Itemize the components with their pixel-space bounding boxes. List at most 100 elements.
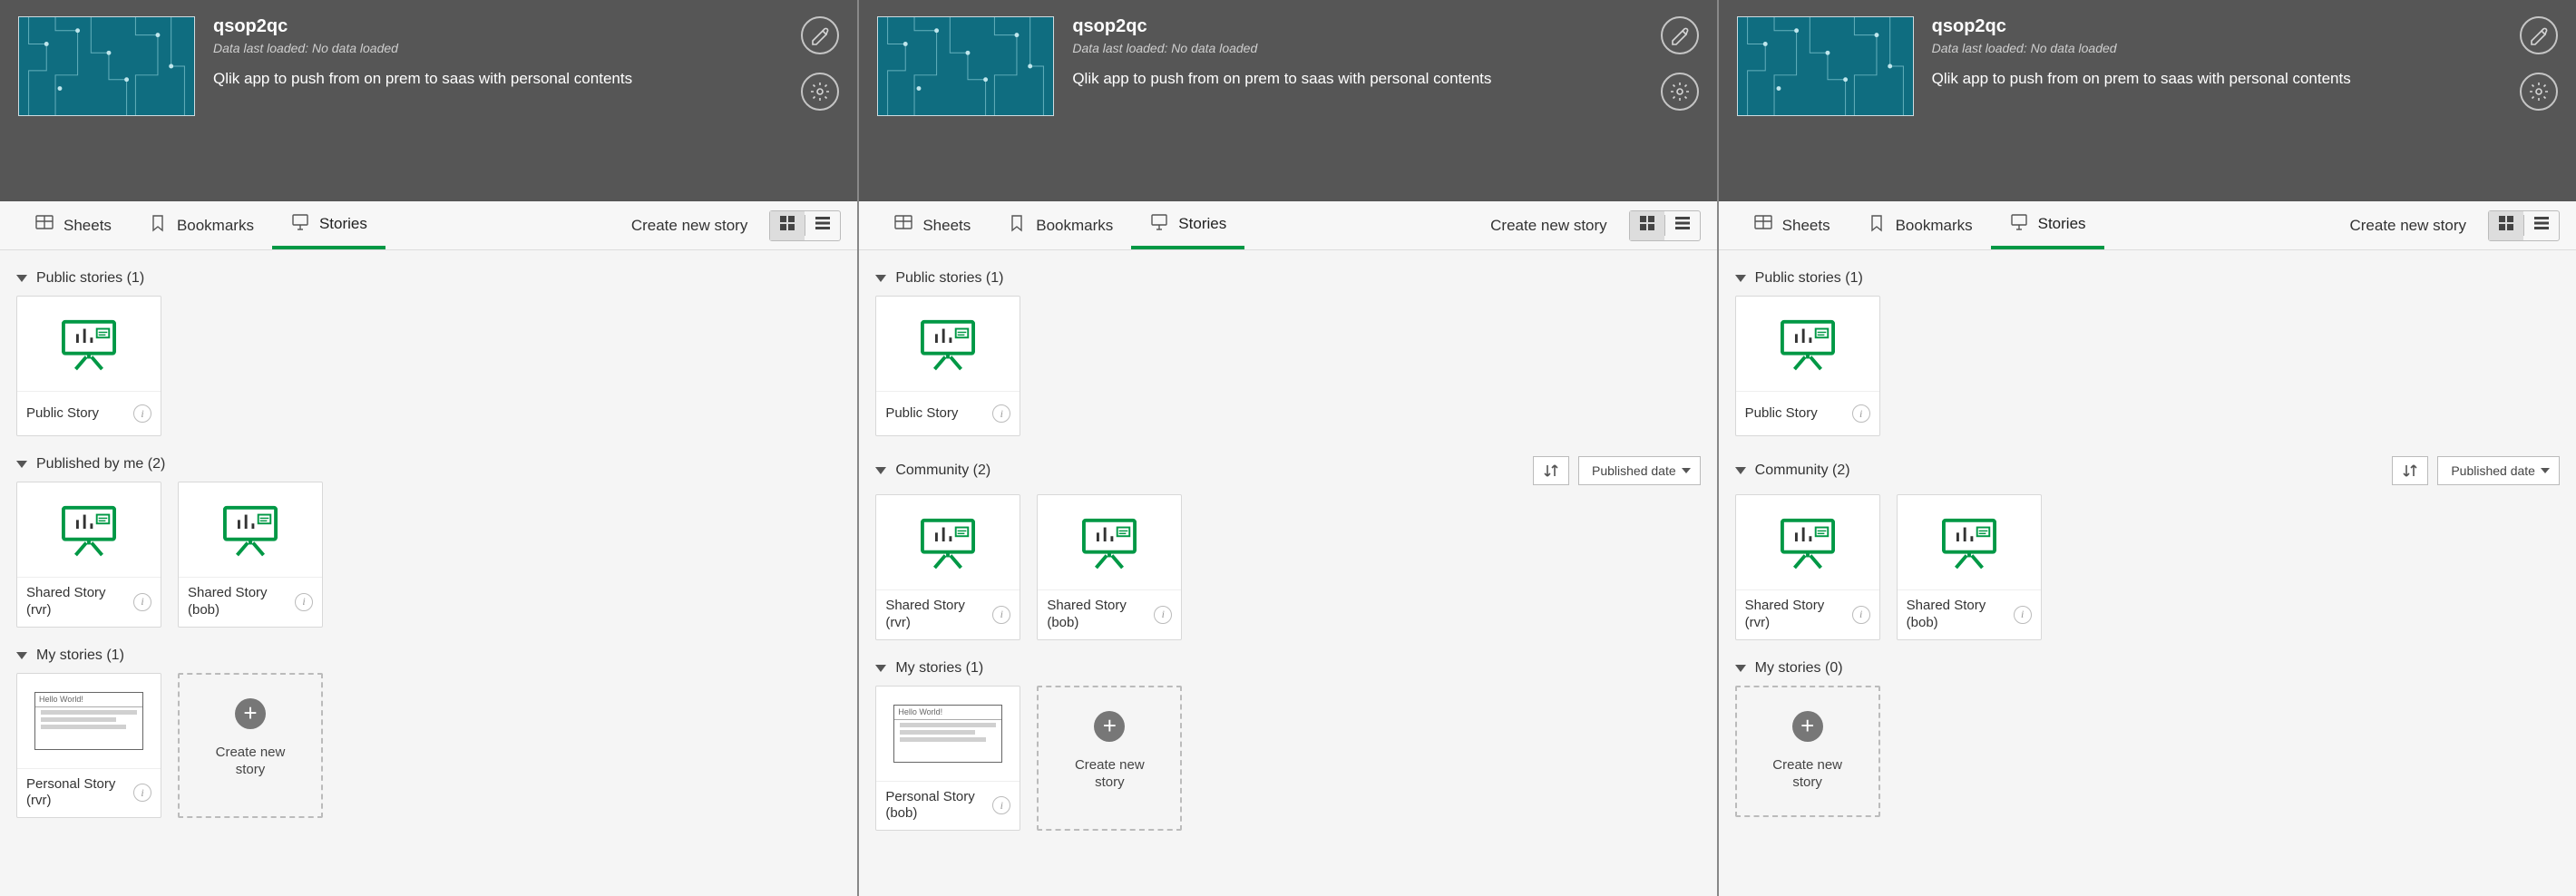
stories-body: Public stories (1) Public Story i Commun… <box>859 250 1716 896</box>
info-icon[interactable]: i <box>133 593 151 611</box>
tab-stories[interactable]: Stories <box>1131 201 1244 249</box>
story-title: Personal Story (rvr) <box>26 776 128 811</box>
tab-label: Stories <box>319 215 367 233</box>
create-new-story-link[interactable]: Create new story <box>1469 201 1629 249</box>
list-view-button[interactable] <box>805 211 840 240</box>
info-icon[interactable]: i <box>992 796 1010 814</box>
story-card[interactable]: Public Story i <box>875 296 1020 436</box>
tab-bookmarks[interactable]: Bookmarks <box>130 201 272 249</box>
story-card[interactable]: Hello World! Personal Story (bob) i <box>875 686 1020 832</box>
story-thumb <box>876 297 1020 392</box>
list-view-button[interactable] <box>2524 211 2559 240</box>
app-description: Qlik app to push from on prem to saas wi… <box>1072 70 1491 88</box>
list-view-button[interactable] <box>1665 211 1700 240</box>
tab-stories[interactable]: Stories <box>272 201 385 249</box>
app-thumbnail[interactable] <box>18 16 195 116</box>
create-story-card[interactable]: + Create new story <box>1037 686 1182 832</box>
story-card[interactable]: Shared Story (rvr) i <box>1735 494 1880 640</box>
create-new-story-link[interactable]: Create new story <box>610 201 770 249</box>
section-header[interactable]: Public stories (1) <box>1735 259 2560 296</box>
settings-button[interactable] <box>2520 73 2558 111</box>
info-icon[interactable]: i <box>133 404 151 423</box>
sheets-icon <box>34 213 54 238</box>
tab-label: Stories <box>2038 215 2086 233</box>
app-meta: Data last loaded: No data loaded <box>1072 41 1491 55</box>
grid-view-button[interactable] <box>770 211 805 240</box>
story-card[interactable]: Shared Story (rvr) i <box>16 482 161 628</box>
chevron-down-icon <box>16 275 27 282</box>
section-header[interactable]: Public stories (1) <box>16 259 841 296</box>
sort-field-dropdown[interactable]: Published date <box>2437 456 2560 485</box>
sheets-icon <box>1753 213 1773 238</box>
story-title: Shared Story (rvr) <box>1745 598 1847 632</box>
create-story-card[interactable]: + Create new story <box>1735 686 1880 817</box>
app-thumbnail[interactable] <box>1737 16 1914 116</box>
section-header[interactable]: Public stories (1) <box>875 259 1700 296</box>
section-header[interactable]: My stories (1) <box>875 649 1700 686</box>
info-icon[interactable]: i <box>992 404 1010 423</box>
edit-button[interactable] <box>801 16 839 54</box>
story-card[interactable]: Shared Story (bob) i <box>1897 494 2042 640</box>
section-header[interactable]: Published by me (2) <box>16 445 841 482</box>
edit-button[interactable] <box>2520 16 2558 54</box>
panel: qsop2qc Data last loaded: No data loaded… <box>1719 0 2576 896</box>
story-thumb <box>1736 495 1879 590</box>
panel: qsop2qc Data last loaded: No data loaded… <box>859 0 1718 896</box>
card-grid: Hello World! Personal Story (bob) i + Cr… <box>875 686 1700 841</box>
plus-icon: + <box>235 698 266 729</box>
tab-sheets[interactable]: Sheets <box>16 201 130 249</box>
tab-label: Bookmarks <box>177 217 254 235</box>
story-card[interactable]: Hello World! Personal Story (rvr) i <box>16 673 161 819</box>
app-header: qsop2qc Data last loaded: No data loaded… <box>859 0 1716 201</box>
tab-bookmarks[interactable]: Bookmarks <box>989 201 1131 249</box>
story-thumb <box>17 297 161 392</box>
app-header: qsop2qc Data last loaded: No data loaded… <box>1719 0 2576 201</box>
grid-view-button[interactable] <box>1630 211 1664 240</box>
create-story-card[interactable]: + Create new story <box>178 673 323 819</box>
story-card[interactable]: Shared Story (rvr) i <box>875 494 1020 640</box>
tab-sheets[interactable]: Sheets <box>1735 201 1849 249</box>
app-title: qsop2qc <box>1932 16 2351 37</box>
info-icon[interactable]: i <box>1852 606 1870 624</box>
info-icon[interactable]: i <box>295 593 313 611</box>
edit-button[interactable] <box>1661 16 1699 54</box>
section-title: Public stories (1) <box>895 270 1003 287</box>
story-card[interactable]: Public Story i <box>16 296 161 436</box>
section-header[interactable]: My stories (1) <box>16 637 841 673</box>
chevron-down-icon <box>1735 275 1746 282</box>
panel: qsop2qc Data last loaded: No data loaded… <box>0 0 859 896</box>
chevron-down-icon <box>16 652 27 659</box>
info-icon[interactable]: i <box>2014 606 2032 624</box>
section-header[interactable]: Community (2) Published date <box>875 445 1700 494</box>
bookmark-icon <box>148 213 168 238</box>
easel-icon <box>1937 515 2001 570</box>
grid-view-button[interactable] <box>2489 211 2523 240</box>
story-thumb <box>1736 297 1879 392</box>
story-card[interactable]: Shared Story (bob) i <box>178 482 323 628</box>
info-icon[interactable]: i <box>1852 404 1870 423</box>
app-description: Qlik app to push from on prem to saas wi… <box>1932 70 2351 88</box>
stories-body: Public stories (1) Public Story i Commun… <box>1719 250 2576 896</box>
app-thumbnail[interactable] <box>877 16 1054 116</box>
tab-bookmarks[interactable]: Bookmarks <box>1849 201 1991 249</box>
section-header[interactable]: Community (2) Published date <box>1735 445 2560 494</box>
info-icon[interactable]: i <box>133 784 151 802</box>
create-label: Create new story <box>1075 756 1145 792</box>
tab-sheets[interactable]: Sheets <box>875 201 989 249</box>
settings-button[interactable] <box>801 73 839 111</box>
create-new-story-link[interactable]: Create new story <box>2327 201 2488 249</box>
plus-icon: + <box>1094 711 1125 742</box>
info-icon[interactable]: i <box>992 606 1010 624</box>
personal-story-preview: Hello World! <box>893 705 1002 763</box>
sort-direction-button[interactable] <box>1533 456 1569 485</box>
grid-icon <box>778 214 796 237</box>
sort-direction-button[interactable] <box>2392 456 2428 485</box>
story-thumb <box>1898 495 2041 590</box>
story-card[interactable]: Public Story i <box>1735 296 1880 436</box>
section-header[interactable]: My stories (0) <box>1735 649 2560 686</box>
info-icon[interactable]: i <box>1154 606 1172 624</box>
tab-stories[interactable]: Stories <box>1991 201 2104 249</box>
settings-button[interactable] <box>1661 73 1699 111</box>
story-card[interactable]: Shared Story (bob) i <box>1037 494 1182 640</box>
sort-field-dropdown[interactable]: Published date <box>1578 456 1701 485</box>
